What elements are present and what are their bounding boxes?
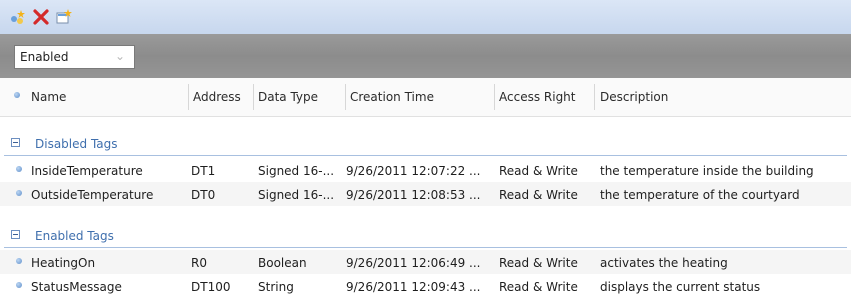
cell-access-right: Read & Write: [499, 188, 578, 202]
cell-address: R0: [191, 256, 207, 270]
new-tag-icon[interactable]: [8, 7, 28, 27]
table-row[interactable]: OutsideTemperature DT0 Signed 16-... 9/2…: [0, 182, 851, 206]
cell-address: DT1: [191, 164, 216, 178]
group-header-enabled-tags: Enabled Tags: [0, 224, 851, 248]
table-header: Name Address Data Type Creation Time Acc…: [0, 78, 851, 117]
row-bullet-icon: [16, 190, 22, 196]
cell-address: DT0: [191, 188, 216, 202]
cell-access-right: Read & Write: [499, 280, 578, 294]
chevron-down-icon[interactable]: ⌄: [115, 49, 125, 63]
cell-description: activates the heating: [600, 256, 728, 270]
row-bullet-icon: [16, 282, 22, 288]
cell-creation-time: 9/26/2011 12:08:53 ...: [346, 188, 481, 202]
column-divider[interactable]: [594, 84, 595, 110]
cell-description: displays the current status: [600, 280, 761, 294]
cell-data-type: String: [258, 280, 294, 294]
group-title: Enabled Tags: [35, 229, 114, 243]
column-header-creation-time[interactable]: Creation Time: [350, 90, 434, 104]
table-row[interactable]: StatusMessage DT100 String 9/26/2011 12:…: [0, 274, 851, 298]
group-divider: [4, 247, 847, 248]
column-divider[interactable]: [188, 84, 189, 110]
cell-description: the temperature inside the building: [600, 164, 814, 178]
cell-data-type: Signed 16-...: [258, 164, 335, 178]
cell-access-right: Read & Write: [499, 256, 578, 270]
column-header-address[interactable]: Address: [193, 90, 241, 104]
delete-icon[interactable]: [31, 7, 51, 27]
cell-address: DT100: [191, 280, 231, 294]
cell-data-type: Signed 16-...: [258, 188, 335, 202]
column-header-description[interactable]: Description: [600, 90, 668, 104]
cell-creation-time: 9/26/2011 12:06:49 ...: [346, 256, 481, 270]
group-title: Disabled Tags: [35, 137, 118, 151]
cell-description: the temperature of the courtyard: [600, 188, 800, 202]
table-row[interactable]: InsideTemperature DT1 Signed 16-... 9/26…: [0, 158, 851, 182]
toolbar: [0, 0, 851, 35]
cell-creation-time: 9/26/2011 12:07:22 ...: [346, 164, 481, 178]
row-selector-icon: [14, 92, 20, 98]
cell-name: InsideTemperature: [31, 164, 143, 178]
column-divider[interactable]: [345, 84, 346, 110]
column-divider[interactable]: [253, 84, 254, 110]
cell-creation-time: 9/26/2011 12:09:43 ...: [346, 280, 481, 294]
collapse-icon[interactable]: [11, 230, 20, 239]
filter-dropdown[interactable]: Enabled ⌄: [14, 45, 135, 69]
cell-name: OutsideTemperature: [31, 188, 154, 202]
group-header-disabled-tags: Disabled Tags: [0, 132, 851, 156]
filter-selected-value: Enabled: [20, 50, 69, 64]
cell-name: HeatingOn: [31, 256, 96, 270]
table-row[interactable]: HeatingOn R0 Boolean 9/26/2011 12:06:49 …: [0, 250, 851, 274]
row-bullet-icon: [16, 258, 22, 264]
row-bullet-icon: [16, 166, 22, 172]
column-divider[interactable]: [494, 84, 495, 110]
column-header-access-right[interactable]: Access Right: [499, 90, 576, 104]
column-header-name[interactable]: Name: [31, 90, 66, 104]
column-header-data-type[interactable]: Data Type: [258, 90, 318, 104]
cell-access-right: Read & Write: [499, 164, 578, 178]
cell-name: StatusMessage: [31, 280, 122, 294]
filter-bar: Enabled ⌄: [0, 34, 851, 78]
group-divider: [4, 155, 847, 156]
properties-icon[interactable]: [54, 7, 74, 27]
collapse-icon[interactable]: [11, 138, 20, 147]
cell-data-type: Boolean: [258, 256, 307, 270]
